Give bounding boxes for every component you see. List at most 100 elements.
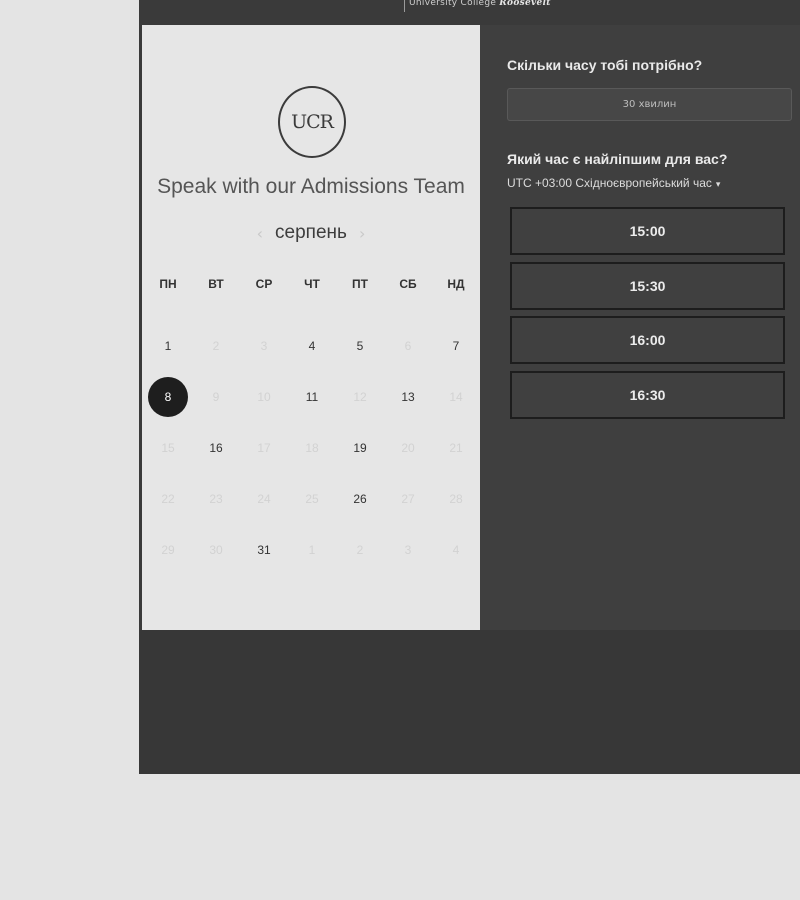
calendar-day: 20: [384, 422, 432, 473]
weekday-label: СР: [255, 277, 273, 291]
calendar-day: 2: [336, 524, 384, 575]
calendar-day-number: 3: [404, 542, 412, 557]
time-panel: Скільки часу тобі потрібно? 30 хвилин Як…: [480, 25, 800, 630]
weekday-label: НД: [447, 277, 465, 291]
calendar-day-number: 11: [305, 389, 319, 404]
calendar-day-number: 2: [356, 542, 364, 557]
calendar-day-number: 4: [452, 542, 460, 557]
top-bar: University College Roosevelt: [139, 0, 800, 18]
weekday-header: ПН ВТ СР ЧТ ПТ СБ НД: [144, 277, 480, 295]
calendar-day: 18: [288, 422, 336, 473]
calendar-day: 23: [192, 473, 240, 524]
calendar-day-number: 29: [161, 542, 175, 557]
calendar-day-number: 27: [401, 491, 415, 506]
calendar-day: 28: [432, 473, 480, 524]
calendar-day[interactable]: 5: [336, 320, 384, 371]
calendar-day: 17: [240, 422, 288, 473]
calendar-day[interactable]: 11: [288, 371, 336, 422]
calendar-day-number: 30: [209, 542, 223, 557]
calendar-day: 9: [192, 371, 240, 422]
calendar-day-number: 2: [212, 338, 220, 353]
calendar-day-number: 14: [449, 389, 463, 404]
calendar-day[interactable]: 31: [240, 524, 288, 575]
calendar-day: 4: [432, 524, 480, 575]
prev-month-icon[interactable]: ‹: [257, 224, 263, 243]
calendar-day-number: 16: [209, 440, 223, 455]
calendar-day-number: 26: [353, 491, 367, 506]
calendar-day-number: 31: [257, 542, 271, 557]
calendar-day[interactable]: 19: [336, 422, 384, 473]
duration-select[interactable]: 30 хвилин: [507, 88, 792, 121]
time-slot-button[interactable]: 15:00: [510, 207, 785, 255]
calendar-day-number: 9: [212, 389, 220, 404]
calendar-day-number: 1: [164, 338, 172, 353]
calendar-day: 1: [288, 524, 336, 575]
next-month-icon[interactable]: ›: [359, 224, 365, 243]
calendar-day: 6: [384, 320, 432, 371]
brand-logo: University College Roosevelt: [404, 0, 551, 12]
footer-area: [139, 630, 800, 774]
time-question: Який час є найліпшим для вас?: [507, 151, 728, 167]
calendar-day-number: 8: [148, 376, 188, 417]
calendar-day-number: 13: [401, 389, 415, 404]
calendar-card: UCR Speak with our Admissions Team ‹ сер…: [142, 25, 480, 630]
calendar-day: 21: [432, 422, 480, 473]
calendar-day: 25: [288, 473, 336, 524]
calendar-day: 29: [144, 524, 192, 575]
calendar-day: 30: [192, 524, 240, 575]
calendar-day: 24: [240, 473, 288, 524]
timezone-select[interactable]: UTC +03:00 Східноєвропейський час ▾: [507, 176, 720, 190]
calendar-day-number: 3: [260, 338, 268, 353]
calendar-day-number: 15: [161, 440, 175, 455]
calendar-day[interactable]: 16: [192, 422, 240, 473]
calendar-day-number: 10: [257, 389, 271, 404]
calendar-day: 10: [240, 371, 288, 422]
calendar-day-number: 21: [449, 440, 463, 455]
brand-line1: University College: [409, 0, 497, 8]
calendar-day-number: 17: [257, 440, 271, 455]
calendar-day: 3: [240, 320, 288, 371]
chevron-down-icon: ▾: [715, 179, 721, 189]
calendar-day-number: 23: [209, 491, 223, 506]
calendar-day[interactable]: 13: [384, 371, 432, 422]
calendar-day: 15: [144, 422, 192, 473]
calendar-day-number: 22: [161, 491, 175, 506]
calendar-day[interactable]: 4: [288, 320, 336, 371]
calendar-day-number: 25: [305, 491, 319, 506]
month-label: серпень: [275, 222, 347, 243]
time-slot-button[interactable]: 16:30: [510, 371, 785, 419]
weekday-label: ПН: [159, 277, 177, 291]
calendar-day[interactable]: 26: [336, 473, 384, 524]
calendar-day: 12: [336, 371, 384, 422]
page-title: Speak with our Admissions Team: [157, 175, 465, 198]
month-navigation: ‹ серпень ›: [142, 220, 480, 246]
app-window: University College Roosevelt UCR Speak wi…: [139, 0, 800, 774]
calendar-day-number: 4: [308, 338, 316, 353]
calendar-day-number: 20: [401, 440, 415, 455]
ucr-logo: UCR: [278, 86, 346, 158]
calendar-day-number: 1: [308, 542, 316, 557]
calendar-day[interactable]: 1: [144, 320, 192, 371]
calendar-day[interactable]: 7: [432, 320, 480, 371]
calendar-day: 14: [432, 371, 480, 422]
calendar-day-number: 28: [449, 491, 463, 506]
calendar-day-number: 24: [257, 491, 271, 506]
calendar-day-number: 6: [404, 338, 412, 353]
weekday-label: ПТ: [352, 277, 368, 291]
calendar-day: 22: [144, 473, 192, 524]
calendar-grid: 1 2 3 4 5 6 7 8 9 10 11 12 13 14 15 16 17 18 19 20 21 22 23 24 2…: [144, 320, 480, 575]
calendar-day-selected[interactable]: 8: [144, 371, 192, 422]
calendar-day-number: 12: [353, 389, 367, 404]
timezone-label: UTC +03:00 Східноєвропейський час: [507, 176, 712, 190]
calendar-day-number: 18: [305, 440, 319, 455]
calendar-day-number: 7: [452, 338, 460, 353]
calendar-day-number: 19: [353, 440, 367, 455]
calendar-day: 2: [192, 320, 240, 371]
brand-line2: Roosevelt: [499, 0, 551, 8]
time-slot-button[interactable]: 16:00: [510, 316, 785, 364]
calendar-day: 27: [384, 473, 432, 524]
time-slot-button[interactable]: 15:30: [510, 262, 785, 310]
duration-question: Скільки часу тобі потрібно?: [507, 57, 703, 73]
weekday-label: ВТ: [208, 277, 224, 291]
calendar-day: 3: [384, 524, 432, 575]
